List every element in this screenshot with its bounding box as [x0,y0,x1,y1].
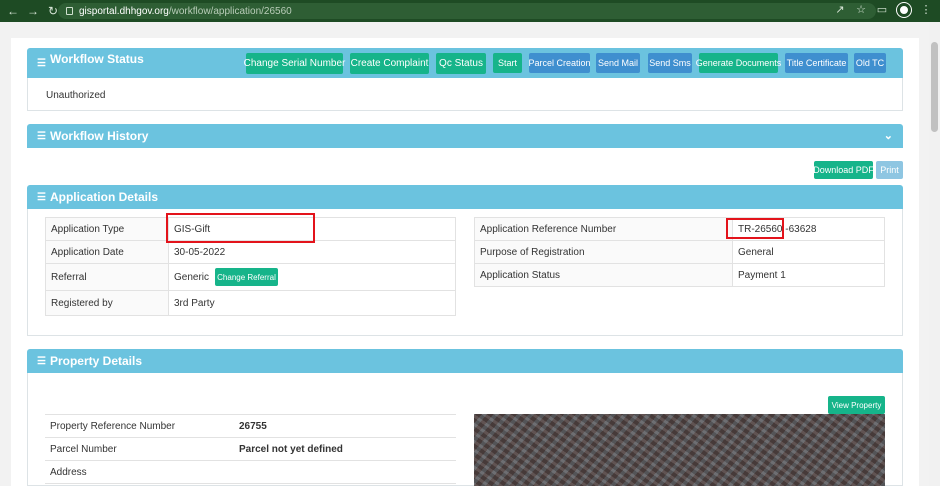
browser-toolbar: ← → ↻ gisportal.dhhgov.org/workflow/appl… [0,0,940,22]
workflow-history-header[interactable]: ☰ Workflow History ⌄ [27,124,903,148]
list-icon: ☰ [37,191,46,203]
application-date-value: 30-05-2022 [168,240,456,264]
change-serial-number-button[interactable]: Change Serial Number [244,53,345,74]
star-icon[interactable]: ☆ [855,3,867,17]
registered-by-value: 3rd Party [168,290,456,316]
send-sms-button[interactable]: Send Sms [648,53,692,73]
property-reference-value: 26755 [234,414,456,438]
view-property-button[interactable]: View Property [828,396,885,414]
download-pdf-button[interactable]: Download PDF [813,161,874,179]
table-row: Parcel Number Parcel not yet defined [45,437,456,461]
property-satellite-map[interactable] [474,414,885,486]
create-complaint-button[interactable]: Create Complaint [350,53,429,74]
share-icon[interactable]: ↗ [834,3,846,17]
change-referral-button[interactable]: Change Referral [215,268,278,286]
purpose-label: Purpose of Registration [474,240,733,264]
profile-avatar[interactable] [897,3,911,17]
referral-cell: Generic [168,263,456,291]
reference-number-label: Application Reference Number [474,217,733,241]
workflow-status-text: Unauthorized [46,90,106,101]
workflow-history-title: Workflow History [49,129,149,143]
start-button[interactable]: Start [493,53,522,73]
forward-arrow-icon[interactable]: → [26,4,40,18]
application-reference-table: Application Reference Number TR-26560 -6… [474,217,885,287]
address-value [234,460,456,484]
table-row: Registered by 3rd Party [45,290,456,316]
application-status-value: Payment 1 [732,263,885,287]
list-icon: ☰ [37,57,46,69]
highlight-box [726,218,784,239]
registered-by-label: Registered by [45,290,169,316]
list-icon: ☰ [37,130,46,142]
table-row: Property Reference Number 26755 [45,414,456,438]
send-mail-button[interactable]: Send Mail [596,53,640,73]
parcel-creation-button[interactable]: Parcel Creation [528,53,591,73]
url-path: /workflow/application/26560 [168,5,292,17]
qc-status-button[interactable]: Qc Status [436,53,486,74]
property-details-header: ☰ Property Details [27,349,903,373]
application-status-label: Application Status [474,263,733,287]
scrollbar-thumb[interactable] [931,42,938,132]
address-label: Address [45,460,234,484]
application-details-title: Application Details [49,190,158,204]
property-info-table: Property Reference Number 26755 Parcel N… [45,414,456,484]
parcel-number-value: Parcel not yet defined [234,437,456,461]
table-row: Application Date 30-05-2022 [45,240,456,264]
page-scrollbar[interactable] [929,22,940,486]
chevron-down-icon[interactable]: ⌄ [884,129,893,142]
old-tc-button[interactable]: Old TC [854,53,886,73]
table-row: Application Reference Number TR-26560 -6… [474,217,885,241]
menu-dots-icon[interactable]: ⋮ [920,3,932,17]
list-icon: ☰ [37,355,46,367]
property-details-title: Property Details [49,354,143,368]
purpose-value: General [732,240,885,264]
property-reference-label: Property Reference Number [45,414,234,438]
referral-value: Generic [174,271,210,283]
application-type-label: Application Type [45,217,169,241]
table-row: Address [45,460,456,484]
print-button[interactable]: Print [876,161,903,179]
table-row: Application Status Payment 1 [474,263,885,287]
address-bar[interactable]: gisportal.dhhgov.org/workflow/applicatio… [58,3,876,19]
generate-documents-button[interactable]: Generate Documents [696,53,781,73]
sidebar-icon[interactable]: ▭ [876,3,888,17]
back-arrow-icon[interactable]: ← [6,4,20,18]
table-row: Purpose of Registration General [474,240,885,264]
highlight-box [166,213,315,243]
lock-icon [66,7,73,15]
workflow-status-body: Unauthorized [27,78,903,111]
parcel-number-label: Parcel Number [45,437,234,461]
referral-label: Referral [45,263,169,291]
url-host: gisportal.dhhgov.org [79,5,169,17]
application-details-header: ☰ Application Details [27,185,903,209]
workflow-status-title: Workflow Status [49,52,144,66]
application-date-label: Application Date [45,240,169,264]
title-certificate-button[interactable]: Title Certificate [785,53,848,73]
